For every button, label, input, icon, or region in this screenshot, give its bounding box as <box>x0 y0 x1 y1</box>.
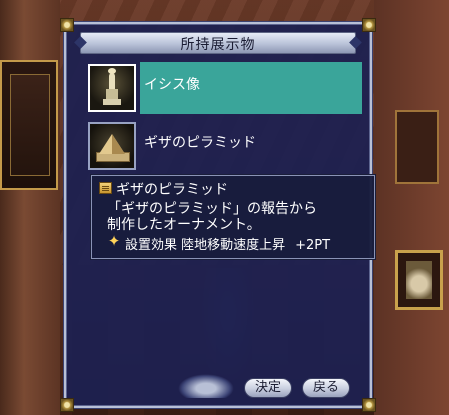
back-button[interactable]: 戻る <box>302 378 350 398</box>
exhibit-item-isis-statue[interactable]: イシス像 <box>86 62 362 114</box>
exhibit-item-label: イシス像 <box>144 77 200 93</box>
tooltip-description-line2: 制作したオーナメント。 <box>107 217 261 233</box>
corner-ornament <box>60 18 74 32</box>
display-shelf <box>0 60 58 190</box>
item-tooltip: ギザのピラミッド 「ギザのピラミッド」の報告から 制作したオーナメント。 ✦ 設… <box>91 175 375 259</box>
corner-ornament <box>362 398 376 412</box>
wall-panel <box>395 110 439 184</box>
window-title-bar: 所持展示物 <box>80 32 356 54</box>
picture <box>406 261 432 299</box>
wall-picture-frame <box>395 250 443 310</box>
bottom-ornament <box>178 374 234 398</box>
exhibit-item-giza-pyramid[interactable]: ギザのピラミッド <box>86 120 362 172</box>
sparkle-icon: ✦ <box>107 232 121 250</box>
confirm-button[interactable]: 決定 <box>244 378 292 398</box>
scroll-icon <box>99 182 112 194</box>
tooltip-effect-label: 設置効果 陸地移動速度上昇 <box>125 238 286 253</box>
exhibit-item-label: ギザのピラミッド <box>144 135 256 151</box>
pyramid-icon <box>88 122 136 170</box>
corner-ornament <box>362 18 376 32</box>
exhibit-list: イシス像 ギザのピラミッド <box>86 62 362 178</box>
tooltip-effect-bonus: +2PT <box>295 238 331 253</box>
right-wall <box>374 0 449 415</box>
tooltip-effect: 設置効果 陸地移動速度上昇 +2PT <box>125 234 330 253</box>
shelf-inner <box>10 74 50 176</box>
window-title: 所持展示物 <box>180 37 256 53</box>
corner-ornament <box>60 398 74 412</box>
tooltip-item-name: ギザのピラミッド <box>116 182 228 198</box>
statue-icon <box>88 64 136 112</box>
